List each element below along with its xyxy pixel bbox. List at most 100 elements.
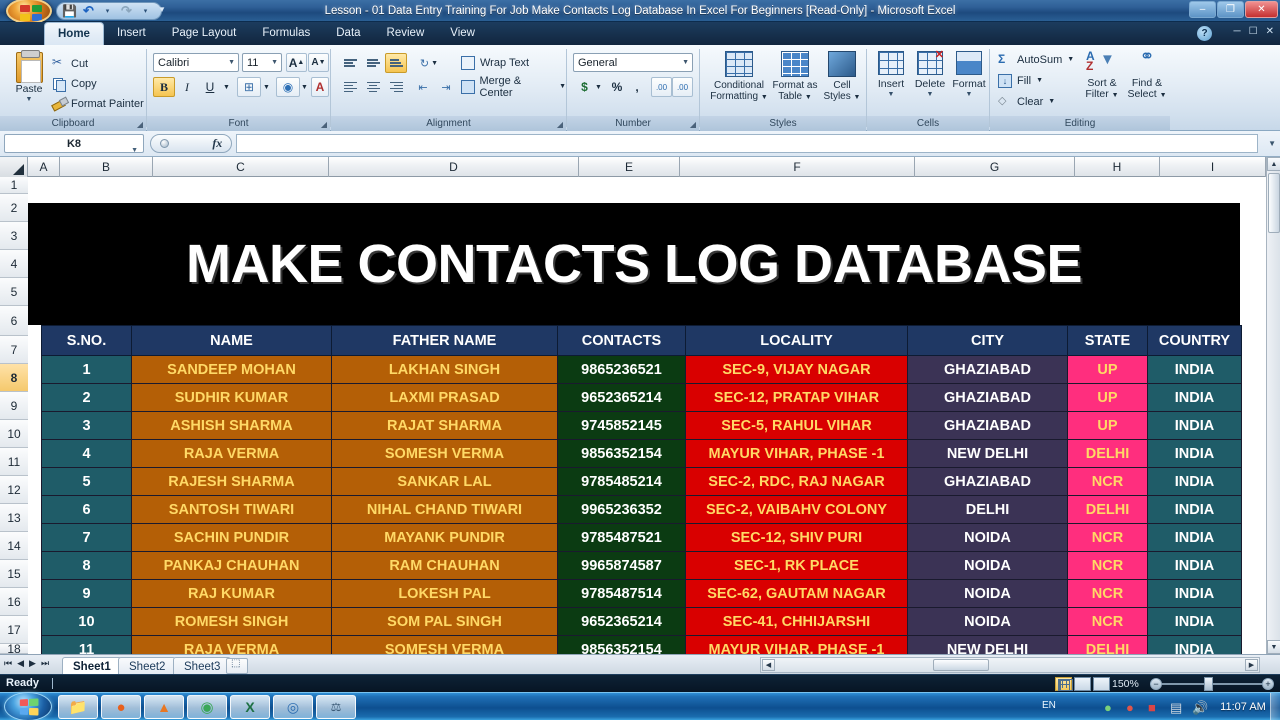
minimize-button[interactable]: – — [1189, 1, 1216, 18]
page-break-view-button[interactable] — [1093, 677, 1110, 691]
currency-button[interactable]: $ — [575, 77, 594, 97]
row-header-17[interactable]: 17 — [0, 616, 28, 644]
fill-color-dropdown-icon[interactable]: ▼ — [299, 77, 310, 97]
cell-contact[interactable]: 9785485214 — [557, 467, 686, 496]
format-dropdown-icon[interactable]: ▼ — [951, 91, 987, 98]
scroll-up-button[interactable]: ▲ — [1267, 157, 1280, 171]
cell-country[interactable]: INDIA — [1147, 439, 1242, 468]
cell-sno[interactable]: 4 — [41, 439, 132, 468]
cell-city[interactable]: GHAZIABAD — [907, 355, 1068, 384]
cell-sno[interactable]: 2 — [41, 383, 132, 412]
cell-name[interactable]: SUDHIR KUMAR — [131, 383, 332, 412]
cell-country[interactable]: INDIA — [1147, 551, 1242, 580]
header-name[interactable]: NAME — [131, 325, 332, 356]
cell-name[interactable]: RAJESH SHARMA — [131, 467, 332, 496]
column-header-C[interactable]: C — [153, 157, 329, 177]
tray-shield-icon[interactable]: ● — [1104, 700, 1119, 715]
ribbon-minimize-icon[interactable]: ─ — [1234, 26, 1241, 37]
cell-state[interactable]: DELHI — [1067, 635, 1148, 654]
insert-worksheet-button[interactable] — [226, 658, 248, 674]
sheet-tab-sheet1[interactable]: Sheet1 — [62, 657, 122, 675]
cell-city[interactable]: GHAZIABAD — [907, 467, 1068, 496]
cell-contact[interactable]: 9652365214 — [557, 383, 686, 412]
cell-city[interactable]: DELHI — [907, 495, 1068, 524]
row-header-14[interactable]: 14 — [0, 532, 28, 560]
row-header-11[interactable]: 11 — [0, 448, 28, 476]
increase-indent-button[interactable]: ⇥ — [435, 77, 457, 97]
bold-button[interactable]: B — [153, 77, 175, 97]
taskbar-item-excel[interactable]: X — [230, 695, 270, 719]
fill-color-button[interactable]: ◉ — [276, 77, 300, 97]
header-sno[interactable]: S.NO. — [41, 325, 132, 356]
header-locality[interactable]: LOCALITY — [685, 325, 908, 356]
undo-icon[interactable]: ↶ — [80, 3, 97, 19]
cell-sno[interactable]: 10 — [41, 607, 132, 636]
cell-name[interactable]: SACHIN PUNDIR — [131, 523, 332, 552]
cell-country[interactable]: INDIA — [1147, 355, 1242, 384]
cell-styles-button[interactable]: Cell Styles ▼ — [822, 49, 862, 103]
sheet-tab-sheet2[interactable]: Sheet2 — [118, 657, 177, 675]
cell-state[interactable]: UP — [1067, 383, 1148, 412]
help-icon[interactable]: ? — [1197, 26, 1212, 41]
cell-sno[interactable]: 9 — [41, 579, 132, 608]
cell-sno[interactable]: 11 — [41, 635, 132, 654]
taskbar-item-chrome[interactable]: ◉ — [187, 695, 227, 719]
copy-button[interactable]: Copy — [52, 75, 97, 92]
cell-city[interactable]: NEW DELHI — [907, 439, 1068, 468]
vertical-scroll-thumb[interactable] — [1268, 173, 1280, 233]
row-header-5[interactable]: 5 — [0, 278, 28, 306]
cell-locality[interactable]: SEC-12, PRATAP VIHAR — [685, 383, 908, 412]
format-as-table-button[interactable]: Format as Table ▼ — [770, 49, 820, 103]
show-desktop-button[interactable] — [1270, 693, 1280, 720]
insert-cells-button[interactable]: Insert ▼ — [873, 51, 909, 98]
maximize-button[interactable]: ❐ — [1217, 1, 1244, 18]
wrap-text-button[interactable]: Wrap Text — [461, 54, 529, 71]
cell-name[interactable]: SANTOSH TIWARI — [131, 495, 332, 524]
shrink-font-button[interactable]: A ▼ — [308, 53, 329, 72]
cell-locality[interactable]: SEC-1, RK PLACE — [685, 551, 908, 580]
comma-button[interactable]: , — [628, 77, 646, 97]
clipboard-dialog-launcher-icon[interactable]: ◢ — [137, 120, 143, 129]
tray-network-icon[interactable]: ▤ — [1170, 700, 1185, 715]
cell-name[interactable]: ROMESH SINGH — [131, 607, 332, 636]
paste-button[interactable]: Paste ▼ — [8, 50, 50, 113]
cell-father[interactable]: RAM CHAUHAN — [331, 551, 558, 580]
cell-contact[interactable]: 9785487521 — [557, 523, 686, 552]
cell-city[interactable]: NOIDA — [907, 607, 1068, 636]
cell-father[interactable]: SOMESH VERMA — [331, 439, 558, 468]
taskbar-item-media[interactable]: ◎ — [273, 695, 313, 719]
cell-contact[interactable]: 9745852145 — [557, 411, 686, 440]
row-header-2[interactable]: 2 — [0, 194, 28, 222]
page-layout-view-button[interactable] — [1074, 677, 1091, 691]
cell-country[interactable]: INDIA — [1147, 467, 1242, 496]
cancel-icon[interactable] — [159, 139, 169, 148]
font-color-button[interactable]: A — [311, 77, 329, 97]
cell-locality[interactable]: MAYUR VIHAR, PHASE -1 — [685, 635, 908, 654]
cell-country[interactable]: INDIA — [1147, 523, 1242, 552]
find-select-button[interactable]: ⚭ Find & Select ▼ — [1126, 47, 1168, 101]
row-header-7[interactable]: 7 — [0, 336, 28, 364]
tab-formulas[interactable]: Formulas — [249, 22, 323, 45]
cell-father[interactable]: SANKAR LAL — [331, 467, 558, 496]
conditional-formatting-button[interactable]: Conditional Formatting ▼ — [710, 49, 768, 103]
cell-father[interactable]: RAJAT SHARMA — [331, 411, 558, 440]
header-state[interactable]: STATE — [1067, 325, 1148, 356]
cut-button[interactable]: Cut — [52, 55, 88, 72]
taskbar-item-firefox[interactable]: ● — [101, 695, 141, 719]
cell-name[interactable]: SANDEEP MOHAN — [131, 355, 332, 384]
align-bottom-button[interactable] — [385, 53, 407, 73]
cell-city[interactable]: NOIDA — [907, 523, 1068, 552]
cell-city[interactable]: NOIDA — [907, 551, 1068, 580]
cell-father[interactable]: MAYANK PUNDIR — [331, 523, 558, 552]
percent-button[interactable]: % — [607, 77, 627, 97]
scroll-left-button[interactable]: ◀ — [762, 659, 775, 671]
tray-antivirus-icon[interactable]: ■ — [1148, 700, 1163, 715]
cell-state[interactable]: NCR — [1067, 523, 1148, 552]
font-name-input[interactable]: Calibri ▼ — [153, 53, 239, 72]
cell-contact[interactable]: 9785487514 — [557, 579, 686, 608]
header-country[interactable]: COUNTRY — [1147, 325, 1242, 356]
row-header-18[interactable]: 18 — [0, 643, 28, 655]
format-painter-button[interactable]: Format Painter — [52, 95, 144, 112]
cell-locality[interactable]: SEC-41, CHHIJARSHI — [685, 607, 908, 636]
banner-title-cell[interactable]: MAKE CONTACTS LOG DATABASE — [28, 203, 1240, 325]
